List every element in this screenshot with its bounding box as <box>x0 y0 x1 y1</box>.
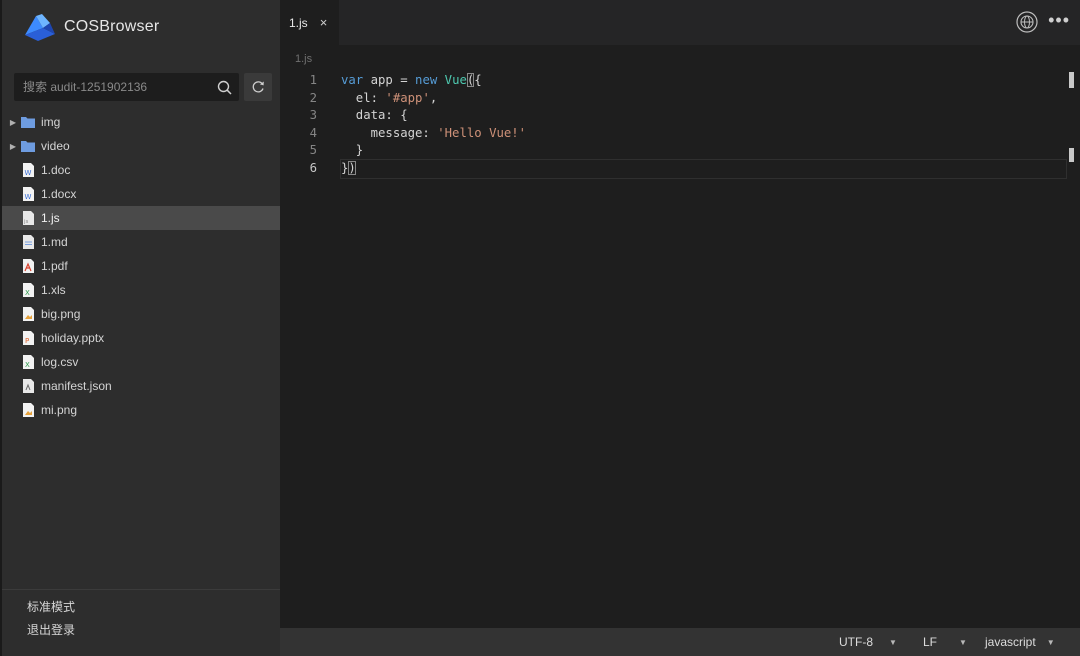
tree-item-img[interactable]: ▶ img <box>2 110 282 134</box>
tree-item-big-png[interactable]: big.png <box>2 302 282 326</box>
excel-file-icon: X <box>21 283 35 297</box>
encoding-label: UTF-8 <box>839 635 873 649</box>
search-input[interactable] <box>23 80 215 94</box>
tree-item-label: 1.doc <box>41 163 71 177</box>
breadcrumb: 1.js <box>295 53 313 65</box>
line-number: 4 <box>309 125 317 140</box>
excel-file-icon: X <box>21 355 35 369</box>
tab-1-js[interactable]: 1.js × <box>280 0 339 45</box>
tree-item-label: 1.docx <box>41 187 77 201</box>
status-bar: UTF-8 ▼ LF ▼ javascript ▼ <box>280 628 1080 656</box>
language-label: javascript <box>985 635 1036 649</box>
tab-bar: 1.js × ••• <box>280 0 1080 45</box>
app-title: COSBrowser <box>64 18 160 35</box>
tree-item-label: holiday.pptx <box>41 331 105 345</box>
tree-item-video[interactable]: ▶ video <box>2 134 282 158</box>
main-panel: 1.js × ••• 1.js 1 2 3 4 5 6 var app = ne… <box>280 0 1080 656</box>
cursor-marker <box>1069 148 1074 162</box>
more-options-icon[interactable]: ••• <box>1048 11 1070 30</box>
refresh-button[interactable] <box>244 73 272 101</box>
caret-down-icon: ▼ <box>889 637 897 647</box>
tab-label: 1.js <box>289 15 308 30</box>
refresh-icon <box>252 81 264 93</box>
line-number: 3 <box>309 108 317 123</box>
tree-item-label: 1.pdf <box>41 259 68 273</box>
tree-item-1-docx[interactable]: W 1.docx <box>2 182 282 206</box>
json-file-icon <box>21 379 35 393</box>
tree-item-log-csv[interactable]: X log.csv <box>2 350 282 374</box>
eol-selector[interactable]: LF ▼ <box>923 628 967 656</box>
svg-text:W: W <box>24 169 31 177</box>
code-line: var app = new Vue({ <box>341 73 482 87</box>
tree-item-1-xls[interactable]: X 1.xls <box>2 278 282 302</box>
encoding-selector[interactable]: UTF-8 ▼ <box>839 628 897 656</box>
tree-item-1-js[interactable]: js 1.js <box>2 206 282 230</box>
line-number: 2 <box>309 90 317 105</box>
search-box <box>14 73 239 101</box>
code-line: } <box>341 143 364 158</box>
code-line: el: '#app', <box>341 90 438 105</box>
tree-item-label: log.csv <box>41 355 79 369</box>
tree-item-manifest-json[interactable]: manifest.json <box>2 374 282 398</box>
search-icon[interactable] <box>215 78 233 96</box>
cosbrowser-logo-icon <box>25 14 55 41</box>
overview-ruler[interactable] <box>1068 72 1074 612</box>
tree-item-1-pdf[interactable]: 1.pdf <box>2 254 282 278</box>
code-line: }) <box>340 158 1067 179</box>
globe-icon[interactable] <box>1016 11 1038 33</box>
language-selector[interactable]: javascript ▼ <box>985 628 1055 656</box>
svg-text:X: X <box>25 361 30 369</box>
pdf-file-icon <box>21 259 35 273</box>
line-number: 6 <box>309 160 317 175</box>
tree-item-label: 1.js <box>41 211 60 225</box>
tree-item-holiday-pptx[interactable]: P holiday.pptx <box>2 326 282 350</box>
word-file-icon: W <box>21 163 35 177</box>
code-editor[interactable]: 1 2 3 4 5 6 var app = new Vue({ el: '#ap… <box>280 72 1080 627</box>
close-icon[interactable]: × <box>320 15 328 30</box>
tree-item-label: big.png <box>41 307 81 321</box>
brand: COSBrowser <box>22 10 159 44</box>
tree-item-label: video <box>41 139 70 153</box>
caret-down-icon: ▼ <box>959 637 967 647</box>
code-line: message: 'Hello Vue!' <box>341 125 527 140</box>
tree-item-1-doc[interactable]: W 1.doc <box>2 158 282 182</box>
caret-down-icon: ▼ <box>1046 637 1055 647</box>
code-line: data: { <box>341 108 408 123</box>
folder-icon <box>21 139 35 153</box>
image-file-icon <box>21 403 35 417</box>
sidebar: COSBrowser ▶ img ▶ video W <box>0 0 282 656</box>
svg-text:W: W <box>24 193 31 201</box>
code-area[interactable]: var app = new Vue({ el: '#app', data: { … <box>340 72 1067 179</box>
line-number: 1 <box>309 73 317 87</box>
tree-item-1-md[interactable]: 1.md <box>2 230 282 254</box>
svg-text:X: X <box>25 289 30 297</box>
js-file-icon: js <box>21 211 35 225</box>
svg-text:js: js <box>23 219 29 225</box>
folder-icon <box>21 115 35 129</box>
sidebar-footer: 标准模式 退出登录 <box>2 589 282 656</box>
caret-right-icon[interactable]: ▶ <box>8 142 18 151</box>
tab-actions: ••• <box>1016 10 1070 34</box>
search-row <box>14 73 272 101</box>
image-file-icon <box>21 307 35 321</box>
tree-item-label: img <box>41 115 61 129</box>
eol-label: LF <box>923 635 938 649</box>
word-file-icon: W <box>21 187 35 201</box>
logout-link[interactable]: 退出登录 <box>27 622 282 645</box>
ppt-file-icon: P <box>21 331 35 345</box>
scroll-thumb[interactable] <box>1069 72 1074 88</box>
standard-mode-link[interactable]: 标准模式 <box>27 599 282 622</box>
svg-text:P: P <box>25 337 29 345</box>
line-number-gutter: 1 2 3 4 5 6 <box>280 72 340 178</box>
tree-item-label: manifest.json <box>41 379 112 393</box>
line-number: 5 <box>309 143 317 158</box>
caret-right-icon[interactable]: ▶ <box>8 118 18 127</box>
tree-item-label: 1.md <box>41 235 68 249</box>
tree-item-label: mi.png <box>41 403 78 417</box>
tree-item-label: 1.xls <box>41 283 66 297</box>
tree-item-mi-png[interactable]: mi.png <box>2 398 282 422</box>
text-file-icon <box>21 235 35 249</box>
file-tree: ▶ img ▶ video W 1.doc W 1.docx js 1.js 1… <box>2 110 282 422</box>
